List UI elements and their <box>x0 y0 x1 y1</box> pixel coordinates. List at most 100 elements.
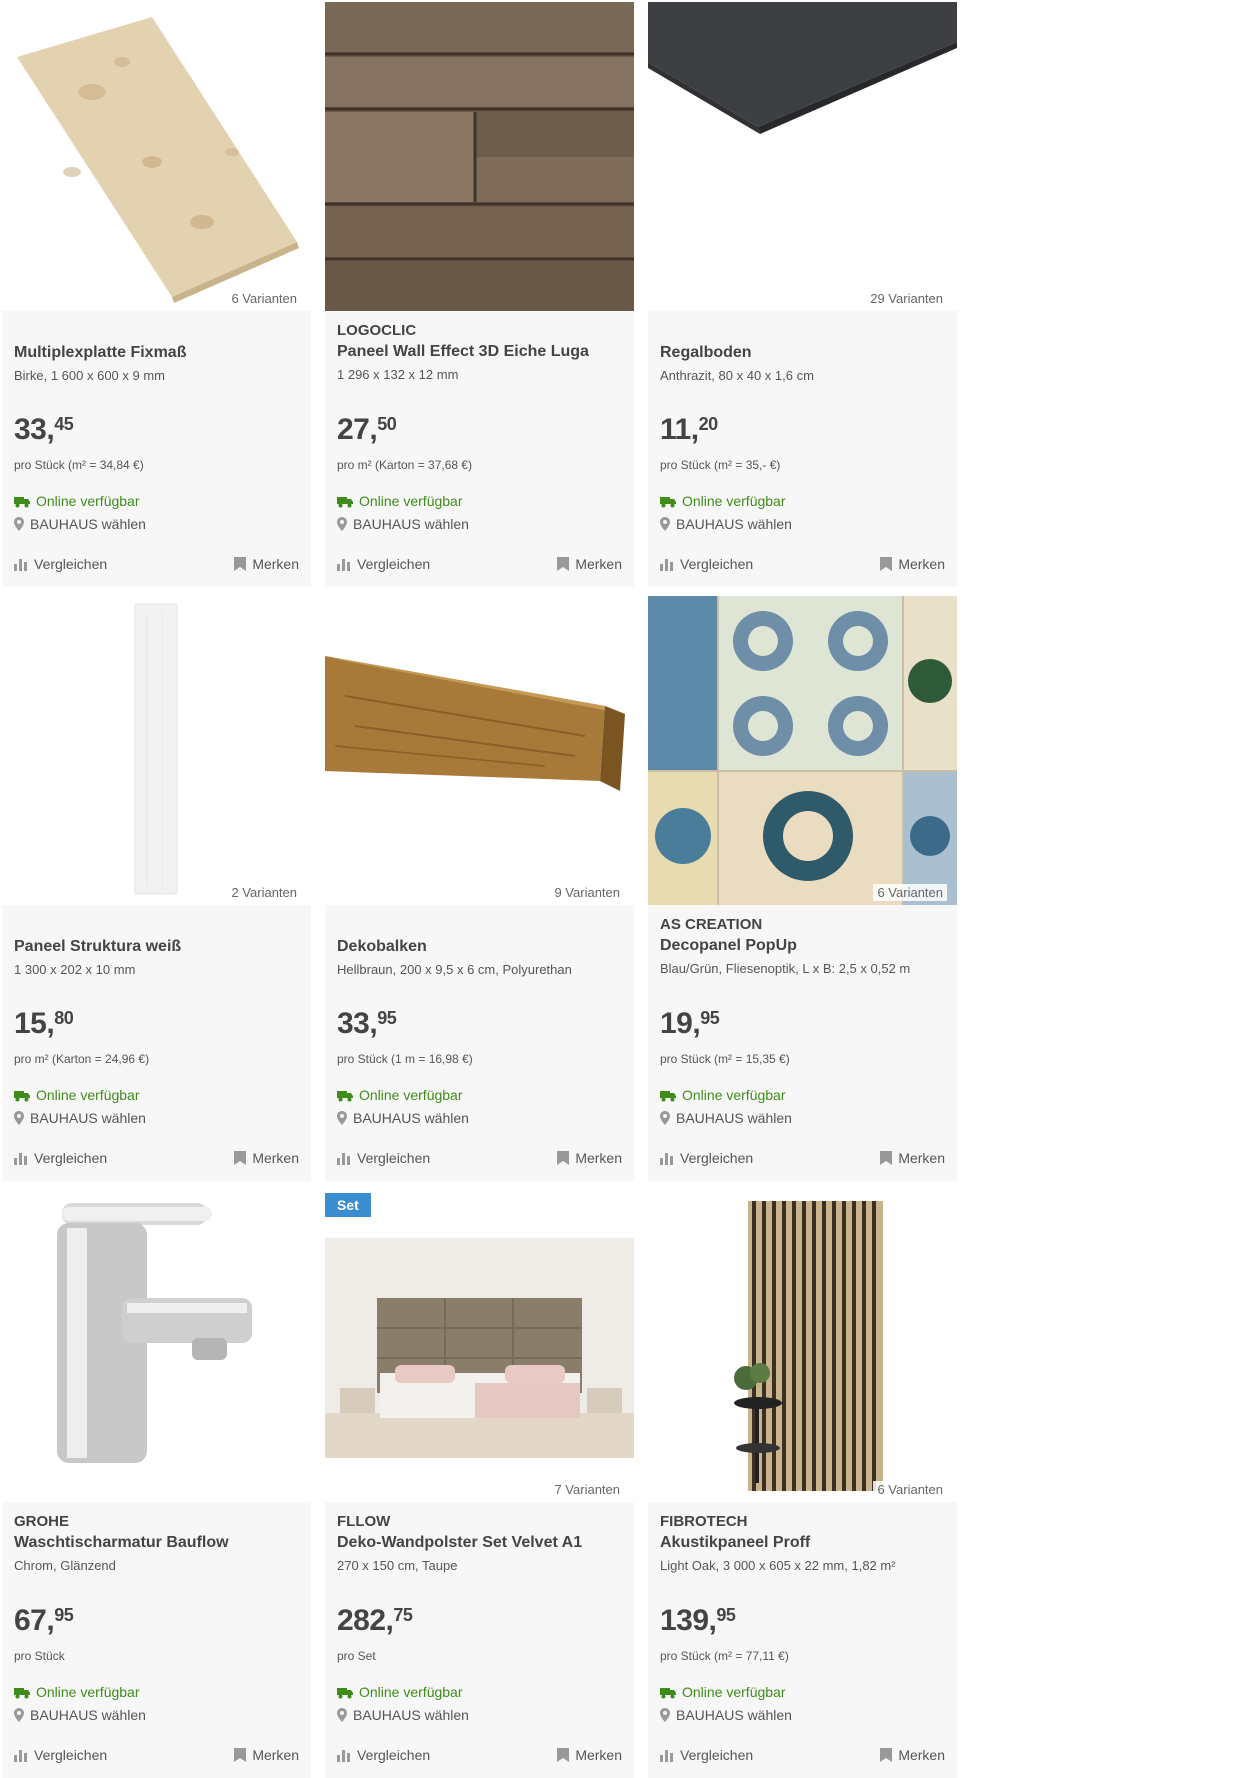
product-description: 270 x 150 cm, Taupe <box>337 1558 458 1573</box>
product-title[interactable]: Multiplexplatte Fixmaß <box>14 344 299 362</box>
product-price: 19,95 <box>660 1007 720 1040</box>
bookmark-button[interactable]: Merken <box>557 1747 622 1763</box>
online-availability: Online verfügbar <box>337 1087 463 1103</box>
product-card[interactable]: GROHE Waschtischarmatur Bauflow Chrom, G… <box>2 1193 311 1778</box>
bar-chart-icon <box>337 1750 350 1762</box>
bookmark-button[interactable]: Merken <box>557 556 622 572</box>
product-card[interactable]: 6 Varianten Multiplexplatte Fixmaß Birke… <box>2 2 311 587</box>
price-unit: pro Stück <box>14 1649 65 1663</box>
variants-badge: 9 Varianten <box>550 884 624 901</box>
product-image[interactable]: 6 Varianten <box>2 2 311 311</box>
truck-icon <box>337 1091 353 1102</box>
product-brand: FLLOW <box>337 1513 391 1530</box>
store-select-link[interactable]: BAUHAUS wählen <box>337 1707 469 1723</box>
product-image[interactable] <box>2 1193 311 1502</box>
bookmark-button[interactable]: Merken <box>880 1150 945 1166</box>
product-image[interactable]: Set 7 Varianten <box>325 1193 634 1502</box>
product-title[interactable]: Akustikpaneel Proff <box>660 1534 945 1552</box>
bookmark-icon <box>880 557 893 571</box>
store-select-link[interactable]: BAUHAUS wählen <box>660 1707 792 1723</box>
product-image[interactable]: 2 Varianten <box>2 596 311 905</box>
product-title[interactable]: Waschtischarmatur Bauflow <box>14 1534 299 1552</box>
product-title[interactable]: Paneel Struktura weiß <box>14 938 299 956</box>
store-select-link[interactable]: BAUHAUS wählen <box>337 1110 469 1126</box>
product-card[interactable]: LOGOCLIC Paneel Wall Effect 3D Eiche Lug… <box>325 2 634 587</box>
bookmark-icon <box>234 1748 247 1762</box>
product-title[interactable]: Dekobalken <box>337 938 622 956</box>
product-brand: FIBROTECH <box>660 1513 748 1530</box>
variants-badge: 2 Varianten <box>227 884 301 901</box>
store-select-link[interactable]: BAUHAUS wählen <box>14 1110 146 1126</box>
compare-button[interactable]: Vergleichen <box>660 1747 753 1763</box>
product-title[interactable]: Regalboden <box>660 344 945 362</box>
product-grid: 6 Varianten Multiplexplatte Fixmaß Birke… <box>0 0 1250 1778</box>
set-badge: Set <box>325 1193 371 1217</box>
product-card[interactable]: 6 Varianten AS CREATION Decopanel PopUp … <box>648 596 957 1181</box>
online-availability: Online verfügbar <box>660 493 786 509</box>
compare-button[interactable]: Vergleichen <box>337 1747 430 1763</box>
price-unit: pro Stück (m² = 77,11 €) <box>660 1649 789 1663</box>
online-availability: Online verfügbar <box>337 493 463 509</box>
product-description: 1 300 x 202 x 10 mm <box>14 962 136 977</box>
product-image[interactable] <box>325 2 634 311</box>
truck-icon <box>660 497 676 508</box>
bar-chart-icon <box>14 1153 27 1165</box>
price-unit: pro Stück (1 m = 16,98 €) <box>337 1052 473 1066</box>
bookmark-button[interactable]: Merken <box>880 1747 945 1763</box>
product-title[interactable]: Paneel Wall Effect 3D Eiche Luga <box>337 343 622 361</box>
product-price: 139,95 <box>660 1604 736 1637</box>
product-price: 15,80 <box>14 1007 74 1040</box>
compare-button[interactable]: Vergleichen <box>14 1150 107 1166</box>
price-unit: pro Stück (m² = 15,35 €) <box>660 1052 790 1066</box>
product-image[interactable]: 6 Varianten <box>648 1193 957 1502</box>
bookmark-button[interactable]: Merken <box>557 1150 622 1166</box>
compare-button[interactable]: Vergleichen <box>337 1150 430 1166</box>
compare-button[interactable]: Vergleichen <box>337 556 430 572</box>
location-pin-icon <box>660 517 670 531</box>
online-availability: Online verfügbar <box>14 1684 140 1700</box>
product-description: Anthrazit, 80 x 40 x 1,6 cm <box>660 368 814 383</box>
store-select-link[interactable]: BAUHAUS wählen <box>337 516 469 532</box>
compare-button[interactable]: Vergleichen <box>14 1747 107 1763</box>
product-title[interactable]: Deko-Wandpolster Set Velvet A1 <box>337 1534 622 1552</box>
bar-chart-icon <box>660 1153 673 1165</box>
product-image[interactable]: 29 Varianten <box>648 2 957 311</box>
bookmark-button[interactable]: Merken <box>234 556 299 572</box>
product-card[interactable]: 2 Varianten Paneel Struktura weiß 1 300 … <box>2 596 311 1181</box>
online-availability: Online verfügbar <box>660 1684 786 1700</box>
product-card[interactable]: 9 Varianten Dekobalken Hellbraun, 200 x … <box>325 596 634 1181</box>
product-price: 282,75 <box>337 1604 413 1637</box>
bookmark-button[interactable]: Merken <box>234 1150 299 1166</box>
product-image[interactable]: 6 Varianten <box>648 596 957 905</box>
compare-button[interactable]: Vergleichen <box>660 556 753 572</box>
product-description: 1 296 x 132 x 12 mm <box>337 367 459 382</box>
product-image[interactable]: 9 Varianten <box>325 596 634 905</box>
truck-icon <box>14 1091 30 1102</box>
online-availability: Online verfügbar <box>660 1087 786 1103</box>
location-pin-icon <box>14 1111 24 1125</box>
store-select-link[interactable]: BAUHAUS wählen <box>660 1110 792 1126</box>
product-card[interactable]: 6 Varianten FIBROTECH Akustikpaneel Prof… <box>648 1193 957 1778</box>
location-pin-icon <box>14 517 24 531</box>
bar-chart-icon <box>14 1750 27 1762</box>
truck-icon <box>660 1688 676 1699</box>
truck-icon <box>14 1688 30 1699</box>
bookmark-button[interactable]: Merken <box>234 1747 299 1763</box>
bookmark-button[interactable]: Merken <box>880 556 945 572</box>
product-card[interactable]: Set 7 Varianten FLLOW Deko-Wandpolster S… <box>325 1193 634 1778</box>
store-select-link[interactable]: BAUHAUS wählen <box>14 1707 146 1723</box>
product-description: Light Oak, 3 000 x 605 x 22 mm, 1,82 m² <box>660 1558 896 1573</box>
bar-chart-icon <box>337 559 350 571</box>
location-pin-icon <box>660 1708 670 1722</box>
store-select-link[interactable]: BAUHAUS wählen <box>14 516 146 532</box>
store-select-link[interactable]: BAUHAUS wählen <box>660 516 792 532</box>
compare-button[interactable]: Vergleichen <box>660 1150 753 1166</box>
price-unit: pro Stück (m² = 34,84 €) <box>14 458 144 472</box>
product-card[interactable]: 29 Varianten Regalboden Anthrazit, 80 x … <box>648 2 957 587</box>
bar-chart-icon <box>14 559 27 571</box>
truck-icon <box>14 497 30 508</box>
bar-chart-icon <box>660 559 673 571</box>
compare-button[interactable]: Vergleichen <box>14 556 107 572</box>
product-title[interactable]: Decopanel PopUp <box>660 937 945 955</box>
location-pin-icon <box>337 1708 347 1722</box>
